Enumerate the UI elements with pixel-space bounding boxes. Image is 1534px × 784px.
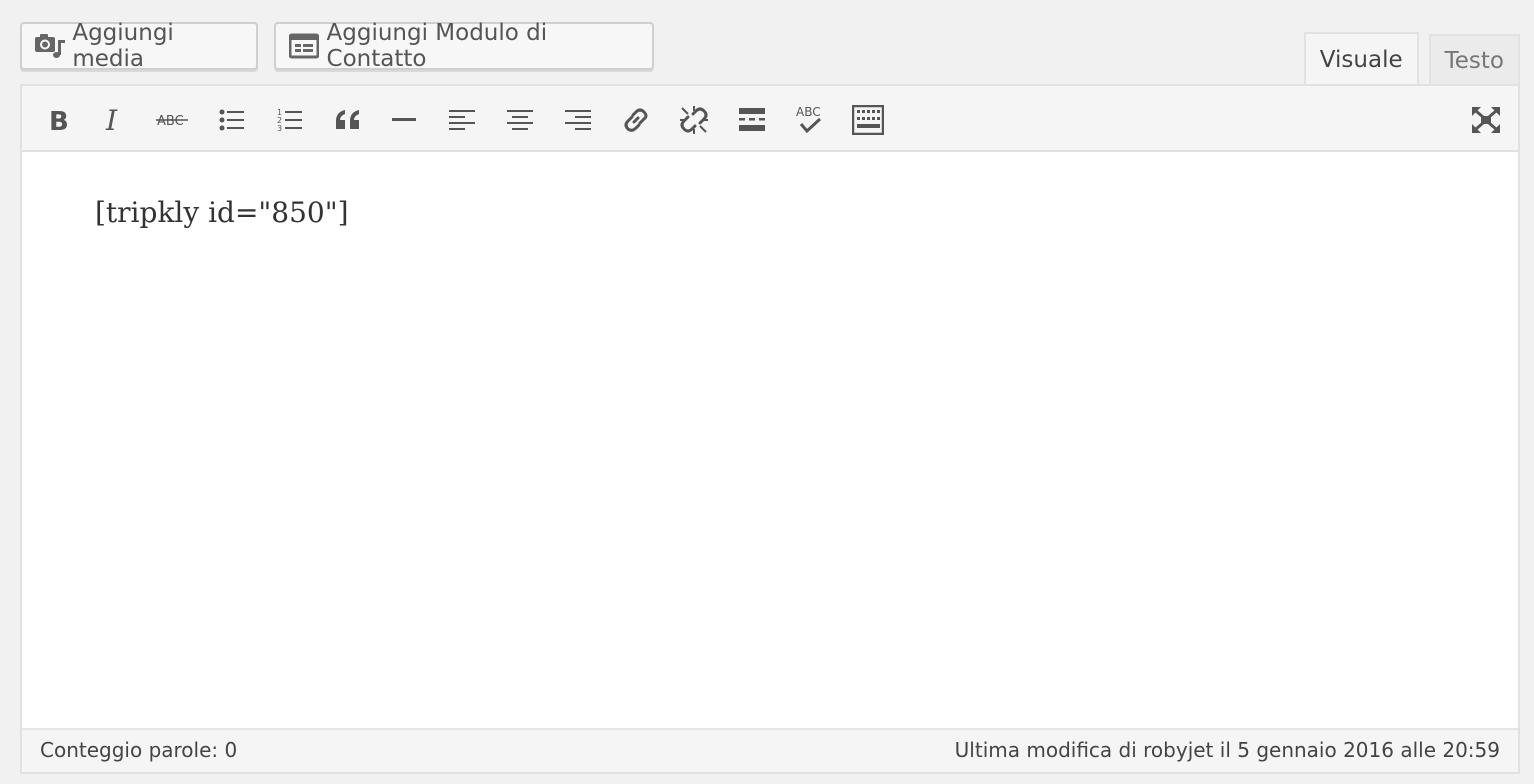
fullscreen-icon [1471, 106, 1501, 134]
strikethrough-button[interactable]: ABC [152, 100, 192, 140]
horizontal-line-icon [392, 117, 416, 123]
insert-link-icon [621, 105, 651, 135]
align-right-button[interactable] [558, 100, 598, 140]
blockquote-icon [334, 109, 362, 131]
svg-text:B: B [49, 107, 69, 133]
bulleted-list-button[interactable] [212, 100, 252, 140]
spellcheck-icon: ABC [794, 104, 826, 136]
editor: B I ABC 1 2 3 ABC [tripkly id="850"] Con… [20, 84, 1520, 774]
numbered-list-icon: 1 2 3 [277, 107, 303, 133]
italic-icon: I [103, 107, 125, 133]
align-center-icon [507, 108, 533, 132]
toolbar-toggle-icon [852, 105, 884, 135]
numbered-list-button[interactable]: 1 2 3 [270, 100, 310, 140]
formatting-toolbar: B I ABC 1 2 3 ABC [22, 86, 1518, 152]
read-more-icon [738, 107, 766, 133]
add-contact-form-button[interactable]: Aggiungi Modulo di Contatto [274, 20, 654, 72]
svg-text:I: I [105, 107, 118, 133]
add-contact-form-label: Aggiungi Modulo di Contatto [326, 20, 548, 72]
bulleted-list-icon [219, 108, 245, 132]
align-left-button[interactable] [442, 100, 482, 140]
bold-icon: B [47, 107, 69, 133]
toolbar-toggle-button[interactable] [848, 100, 888, 140]
svg-text:ABC: ABC [796, 105, 821, 119]
blockquote-button[interactable] [328, 100, 368, 140]
media-buttons: Aggiungi media Aggiungi Modulo di Contat… [20, 20, 654, 72]
editor-tabs: Visuale Testo [1303, 32, 1520, 86]
svg-text:ABC: ABC [157, 114, 184, 129]
align-right-icon [565, 108, 591, 132]
form-icon [288, 29, 321, 63]
status-bar: Conteggio parole: 0 Ultima modifica di r… [22, 728, 1518, 772]
strikethrough-icon: ABC [156, 110, 188, 130]
last-edit-info: Ultima modifica di robyjet il 5 gennaio … [954, 738, 1500, 762]
spellcheck-button[interactable]: ABC [790, 100, 830, 140]
bold-button[interactable]: B [38, 100, 78, 140]
shortcode-text: [tripkly id="850"] [95, 196, 349, 229]
fullscreen-button[interactable] [1466, 100, 1506, 140]
word-count: Conteggio parole: 0 [40, 738, 238, 762]
remove-link-icon [678, 104, 710, 136]
editor-content-area[interactable]: [tripkly id="850"] [22, 152, 1518, 728]
tab-text[interactable]: Testo [1428, 34, 1520, 86]
add-media-label: Aggiungi media [72, 20, 174, 72]
svg-text:3: 3 [277, 124, 282, 133]
tab-visual[interactable]: Visuale [1303, 32, 1419, 86]
align-center-button[interactable] [500, 100, 540, 140]
italic-button[interactable]: I [94, 100, 134, 140]
insert-link-button[interactable] [616, 100, 656, 140]
read-more-button[interactable] [732, 100, 772, 140]
camera-music-icon [34, 29, 66, 63]
align-left-icon [449, 108, 475, 132]
add-media-button[interactable]: Aggiungi media [20, 20, 258, 72]
remove-link-button[interactable] [674, 100, 714, 140]
horizontal-line-button[interactable] [384, 100, 424, 140]
